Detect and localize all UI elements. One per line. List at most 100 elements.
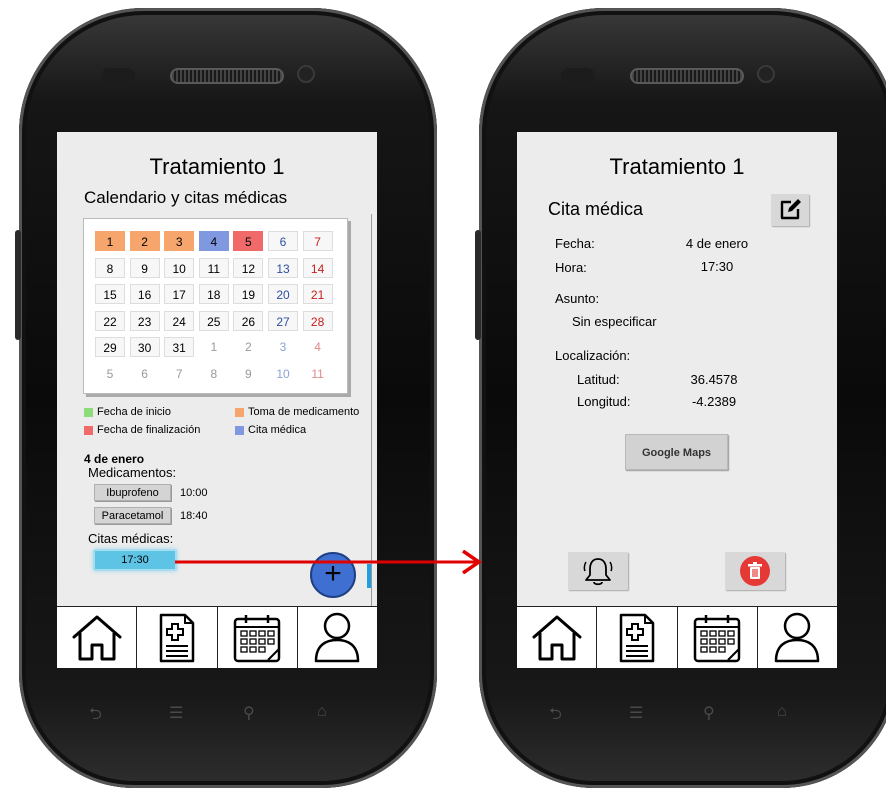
nav-home[interactable] (517, 607, 598, 668)
appointments-label: Citas médicas: (88, 531, 174, 546)
calendar-day[interactable]: 10 (164, 257, 195, 278)
home-key-icon[interactable]: ⌂ (317, 703, 327, 721)
back-key-icon[interactable]: ⮌ (549, 703, 562, 730)
bell-icon (583, 558, 613, 586)
calendar-day[interactable]: 28 (302, 310, 333, 331)
legend-label: Fecha de finalización (97, 424, 201, 436)
edit-button[interactable] (771, 194, 809, 226)
medications-label: Medicamentos: (88, 465, 177, 480)
calendar-day[interactable]: 5 (233, 231, 264, 251)
nav-profile[interactable] (298, 607, 377, 668)
calendar-day[interactable]: 20 (268, 284, 298, 304)
calendar-day[interactable]: 6 (130, 364, 160, 384)
calendar-day[interactable]: 12 (233, 257, 264, 278)
appointment-button[interactable]: 17:30 (93, 549, 177, 571)
calendar-day[interactable]: 11 (303, 364, 333, 384)
calendar-day[interactable]: 18 (198, 284, 229, 304)
calendar-day[interactable]: 27 (268, 310, 298, 331)
calendar-day[interactable]: 6 (268, 231, 298, 251)
transition-arrow-icon (175, 550, 483, 574)
time-value: 17:30 (700, 259, 734, 274)
latitude-label: Latitud: (577, 372, 620, 387)
calendar-day[interactable]: 9 (129, 257, 160, 278)
back-key-icon[interactable]: ⮌ (89, 703, 102, 730)
calendar-day[interactable]: 16 (129, 284, 160, 304)
legend-label: Toma de medicamento (248, 406, 360, 418)
date-label: Fecha: (555, 236, 595, 251)
google-maps-button[interactable]: Google Maps (625, 434, 728, 470)
location-label: Localización: (555, 348, 631, 363)
earpiece-speaker (170, 68, 284, 84)
calendar-day[interactable]: 15 (95, 284, 125, 304)
delete-button[interactable] (725, 552, 785, 590)
longitude-value: -4.2389 (691, 394, 737, 409)
hardware-keys: ⮌ ☰ ⚲ ⌂ (19, 703, 437, 723)
screen-subtitle: Cita médica (548, 199, 644, 219)
subject-label: Asunto: (555, 291, 600, 306)
search-key-icon[interactable]: ⚲ (703, 703, 715, 723)
legend-label: Cita médica (248, 424, 307, 436)
calendar-day[interactable]: 4 (198, 231, 229, 251)
home-key-icon[interactable]: ⌂ (777, 703, 787, 721)
calendar-day[interactable]: 2 (129, 231, 160, 251)
medication-button[interactable]: Ibuprofeno (94, 484, 171, 501)
calendar-day[interactable]: 25 (198, 310, 229, 331)
front-camera (297, 65, 315, 83)
legend-appointment: Cita médica (235, 424, 306, 436)
medication-button[interactable]: Paracetamol (94, 507, 171, 524)
calendar-day[interactable]: 30 (129, 337, 160, 357)
earpiece-speaker (630, 68, 744, 84)
calendar-day[interactable]: 1 (95, 231, 125, 251)
calendar-day[interactable]: 3 (164, 231, 195, 251)
calendar-icon (693, 615, 741, 663)
calendar-day[interactable]: 23 (129, 310, 160, 331)
front-camera (757, 65, 775, 83)
reminder-button[interactable] (568, 552, 628, 590)
menu-key-icon[interactable]: ☰ (629, 703, 643, 723)
legend-swatch-start (84, 407, 93, 417)
side-button (475, 230, 481, 340)
nav-calendar[interactable] (218, 607, 298, 668)
calendar-day[interactable]: 8 (199, 364, 229, 384)
calendar-day[interactable]: 19 (233, 284, 264, 304)
medication-time: 10:00 (180, 487, 208, 499)
nav-calendar[interactable] (678, 607, 758, 668)
calendar-day[interactable]: 26 (233, 310, 264, 331)
calendar-icon (233, 615, 281, 663)
profile-icon (315, 612, 360, 663)
calendar-day[interactable]: 1 (199, 337, 229, 357)
calendar-day[interactable]: 21 (302, 284, 333, 304)
calendar-day[interactable]: 11 (198, 257, 229, 278)
calendar-day[interactable]: 29 (95, 337, 125, 357)
nav-profile[interactable] (758, 607, 837, 668)
home-icon (72, 615, 122, 661)
calendar-day[interactable]: 2 (233, 337, 263, 357)
nav-prescriptions[interactable] (597, 607, 678, 668)
calendar-screen: Tratamiento 1 Calendario y citas médicas… (57, 132, 377, 668)
calendar-day[interactable]: 7 (164, 364, 194, 384)
calendar-day[interactable]: 5 (95, 364, 125, 384)
edit-icon (780, 199, 801, 220)
calendar-day[interactable]: 17 (164, 284, 195, 304)
prescription-icon (619, 613, 655, 663)
calendar-day[interactable]: 24 (164, 310, 195, 331)
calendar-day[interactable]: 8 (95, 257, 125, 278)
calendar-day[interactable]: 7 (302, 231, 333, 251)
legend-start: Fecha de inicio (84, 406, 171, 418)
calendar-day[interactable]: 22 (95, 310, 125, 331)
calendar-day[interactable]: 4 (303, 337, 333, 357)
calendar-day[interactable]: 14 (302, 257, 333, 278)
search-key-icon[interactable]: ⚲ (243, 703, 255, 723)
calendar-day[interactable]: 9 (233, 364, 263, 384)
date-value: 4 de enero (685, 236, 749, 251)
latitude-value: 36.4578 (690, 372, 738, 387)
nav-prescriptions[interactable] (137, 607, 218, 668)
calendar-day[interactable]: 10 (268, 364, 298, 384)
scrollbar[interactable] (371, 214, 372, 639)
nav-home[interactable] (57, 607, 138, 668)
calendar-day[interactable]: 13 (268, 257, 298, 278)
calendar-day[interactable]: 31 (164, 337, 195, 357)
menu-key-icon[interactable]: ☰ (169, 703, 183, 723)
calendar-day[interactable]: 3 (268, 337, 298, 357)
bottom-nav (517, 606, 837, 668)
